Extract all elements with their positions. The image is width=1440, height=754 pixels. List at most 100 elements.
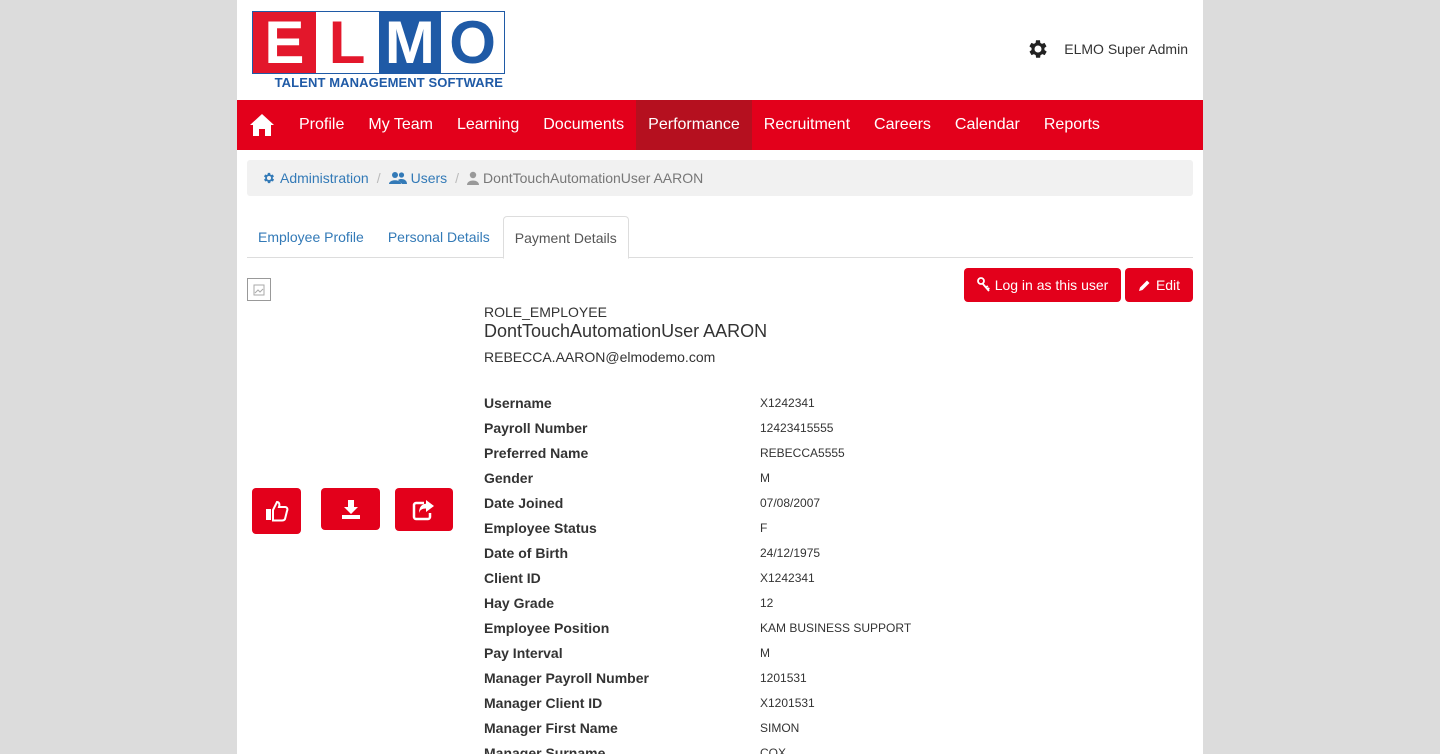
detail-label: Client ID (484, 569, 541, 586)
download-icon (341, 500, 360, 519)
detail-label: Manager Payroll Number (484, 669, 649, 686)
detail-row: Gender M (484, 465, 1184, 490)
detail-value: KAM BUSINESS SUPPORT (760, 620, 912, 635)
detail-value: M (760, 645, 770, 660)
detail-row: Date Joined 07/08/2007 (484, 490, 1184, 515)
breadcrumb-users-label: Users (410, 170, 448, 186)
broken-image-icon (253, 284, 265, 295)
pencil-icon (1138, 280, 1150, 291)
user-full-name: DontTouchAutomationUser AARON (484, 321, 768, 341)
detail-label: Preferred Name (484, 444, 589, 461)
detail-label: Date of Birth (484, 544, 568, 561)
nav-item-documents[interactable]: Documents (531, 100, 636, 150)
detail-value: X1242341 (760, 395, 815, 410)
tab-employee-profile[interactable]: Employee Profile (247, 216, 375, 258)
user-icon (467, 171, 480, 185)
breadcrumb-administration[interactable]: Administration (262, 170, 369, 186)
like-button[interactable] (252, 488, 301, 534)
log-in-as-user-button[interactable]: Log in as this user (964, 268, 1121, 302)
admin-name[interactable]: ELMO Super Admin (1064, 41, 1188, 57)
logo-letter: O (441, 12, 504, 73)
detail-value: F (760, 520, 768, 535)
nav-item-reports[interactable]: Reports (1032, 100, 1112, 150)
detail-row: Manager First Name SIMON (484, 715, 1184, 740)
breadcrumb-administration-label: Administration (280, 170, 369, 186)
detail-label: Payroll Number (484, 419, 588, 436)
detail-row: Manager Surname COX (484, 740, 1184, 754)
user-email: REBECCA.AARON@elmodemo.com (484, 349, 716, 365)
detail-row: Payroll Number 12423415555 (484, 415, 1184, 440)
breadcrumb: Administration / Users / DontTouchAutoma… (247, 160, 1193, 196)
tab-payment-details[interactable]: Payment Details (502, 216, 629, 259)
detail-value: M (760, 470, 770, 485)
detail-label: Manager Client ID (484, 694, 603, 711)
detail-value: X1201531 (760, 695, 815, 710)
log-in-as-user-label: Log in as this user (994, 277, 1109, 293)
detail-label: Manager Surname (484, 744, 606, 754)
nav-item-my-team[interactable]: My Team (356, 100, 445, 150)
cog-icon (263, 172, 275, 184)
tab-personal-details[interactable]: Personal Details (377, 216, 501, 258)
share-button[interactable] (395, 488, 453, 531)
download-button[interactable] (321, 488, 380, 530)
user-menu[interactable]: ELMO Super Admin (1026, 37, 1188, 61)
breadcrumb-users[interactable]: Users (388, 170, 448, 186)
detail-label: Gender (484, 469, 534, 486)
detail-row: Manager Client ID X1201531 (484, 690, 1184, 715)
page: E L M O TALENT MANAGEMENT SOFTWARE ELMO … (237, 0, 1203, 754)
logo-letter: L (315, 12, 379, 73)
nav-item-learning[interactable]: Learning (445, 100, 531, 150)
nav-item-recruitment[interactable]: Recruitment (752, 100, 862, 150)
gear-icon[interactable] (1026, 37, 1050, 61)
share-icon (412, 499, 434, 520)
detail-row: Preferred Name REBECCA5555 (484, 440, 1184, 465)
detail-row: Client ID X1242341 (484, 565, 1184, 590)
detail-label: Employee Status (484, 519, 597, 536)
profile-tabs: Employee Profile Personal Details Paymen… (247, 216, 1193, 259)
nav-item-performance[interactable]: Performance (636, 100, 752, 150)
logo-letter: M (378, 12, 442, 73)
logo-tagline: TALENT MANAGEMENT SOFTWARE (274, 75, 503, 90)
detail-row: Hay Grade 12 (484, 590, 1184, 615)
detail-row: Employee Position KAM BUSINESS SUPPORT (484, 615, 1184, 640)
thumbs-up-icon (265, 500, 288, 522)
home-icon (250, 114, 274, 136)
breadcrumb-separator: / (376, 170, 381, 186)
key-icon (976, 277, 990, 292)
detail-value: COX (760, 745, 787, 754)
detail-row: Manager Payroll Number 1201531 (484, 665, 1184, 690)
nav-home[interactable] (237, 100, 287, 150)
nav-item-careers[interactable]: Careers (862, 100, 943, 150)
detail-label: Hay Grade (484, 594, 555, 611)
detail-row: Date of Birth 24/12/1975 (484, 540, 1184, 565)
nav-item-calendar[interactable]: Calendar (943, 100, 1032, 150)
detail-value: 24/12/1975 (760, 545, 821, 560)
detail-value: REBECCA5555 (760, 445, 845, 460)
detail-value: SIMON (760, 720, 800, 735)
detail-label: Pay Interval (484, 644, 563, 661)
main-nav: Profile My Team Learning Documents Perfo… (237, 100, 1203, 150)
edit-label: Edit (1155, 277, 1181, 293)
breadcrumb-separator: / (455, 170, 460, 186)
detail-value: X1242341 (760, 570, 815, 585)
users-icon (388, 172, 407, 184)
detail-label: Employee Position (484, 619, 610, 636)
user-role: ROLE_EMPLOYEE (484, 304, 607, 320)
elmo-logo[interactable]: E L M O TALENT MANAGEMENT SOFTWARE (252, 11, 505, 91)
detail-value: 12 (760, 595, 774, 610)
detail-label: Manager First Name (484, 719, 618, 736)
detail-value: 1201531 (760, 670, 807, 685)
nav-item-profile[interactable]: Profile (287, 100, 356, 150)
detail-value: 12423415555 (760, 420, 834, 435)
detail-value: 07/08/2007 (760, 495, 821, 510)
edit-button[interactable]: Edit (1125, 268, 1193, 302)
payment-details-list: Username X1242341 Payroll Number 124234155… (484, 390, 1184, 754)
detail-row: Employee Status F (484, 515, 1184, 540)
detail-label: Date Joined (484, 494, 564, 511)
detail-row: Pay Interval M (484, 640, 1184, 665)
breadcrumb-current: DontTouchAutomationUser AARON (467, 170, 703, 186)
detail-label: Username (484, 394, 552, 411)
breadcrumb-current-label: DontTouchAutomationUser AARON (483, 170, 704, 186)
profile-photo (247, 278, 271, 301)
logo-letters: E L M O (252, 11, 505, 74)
